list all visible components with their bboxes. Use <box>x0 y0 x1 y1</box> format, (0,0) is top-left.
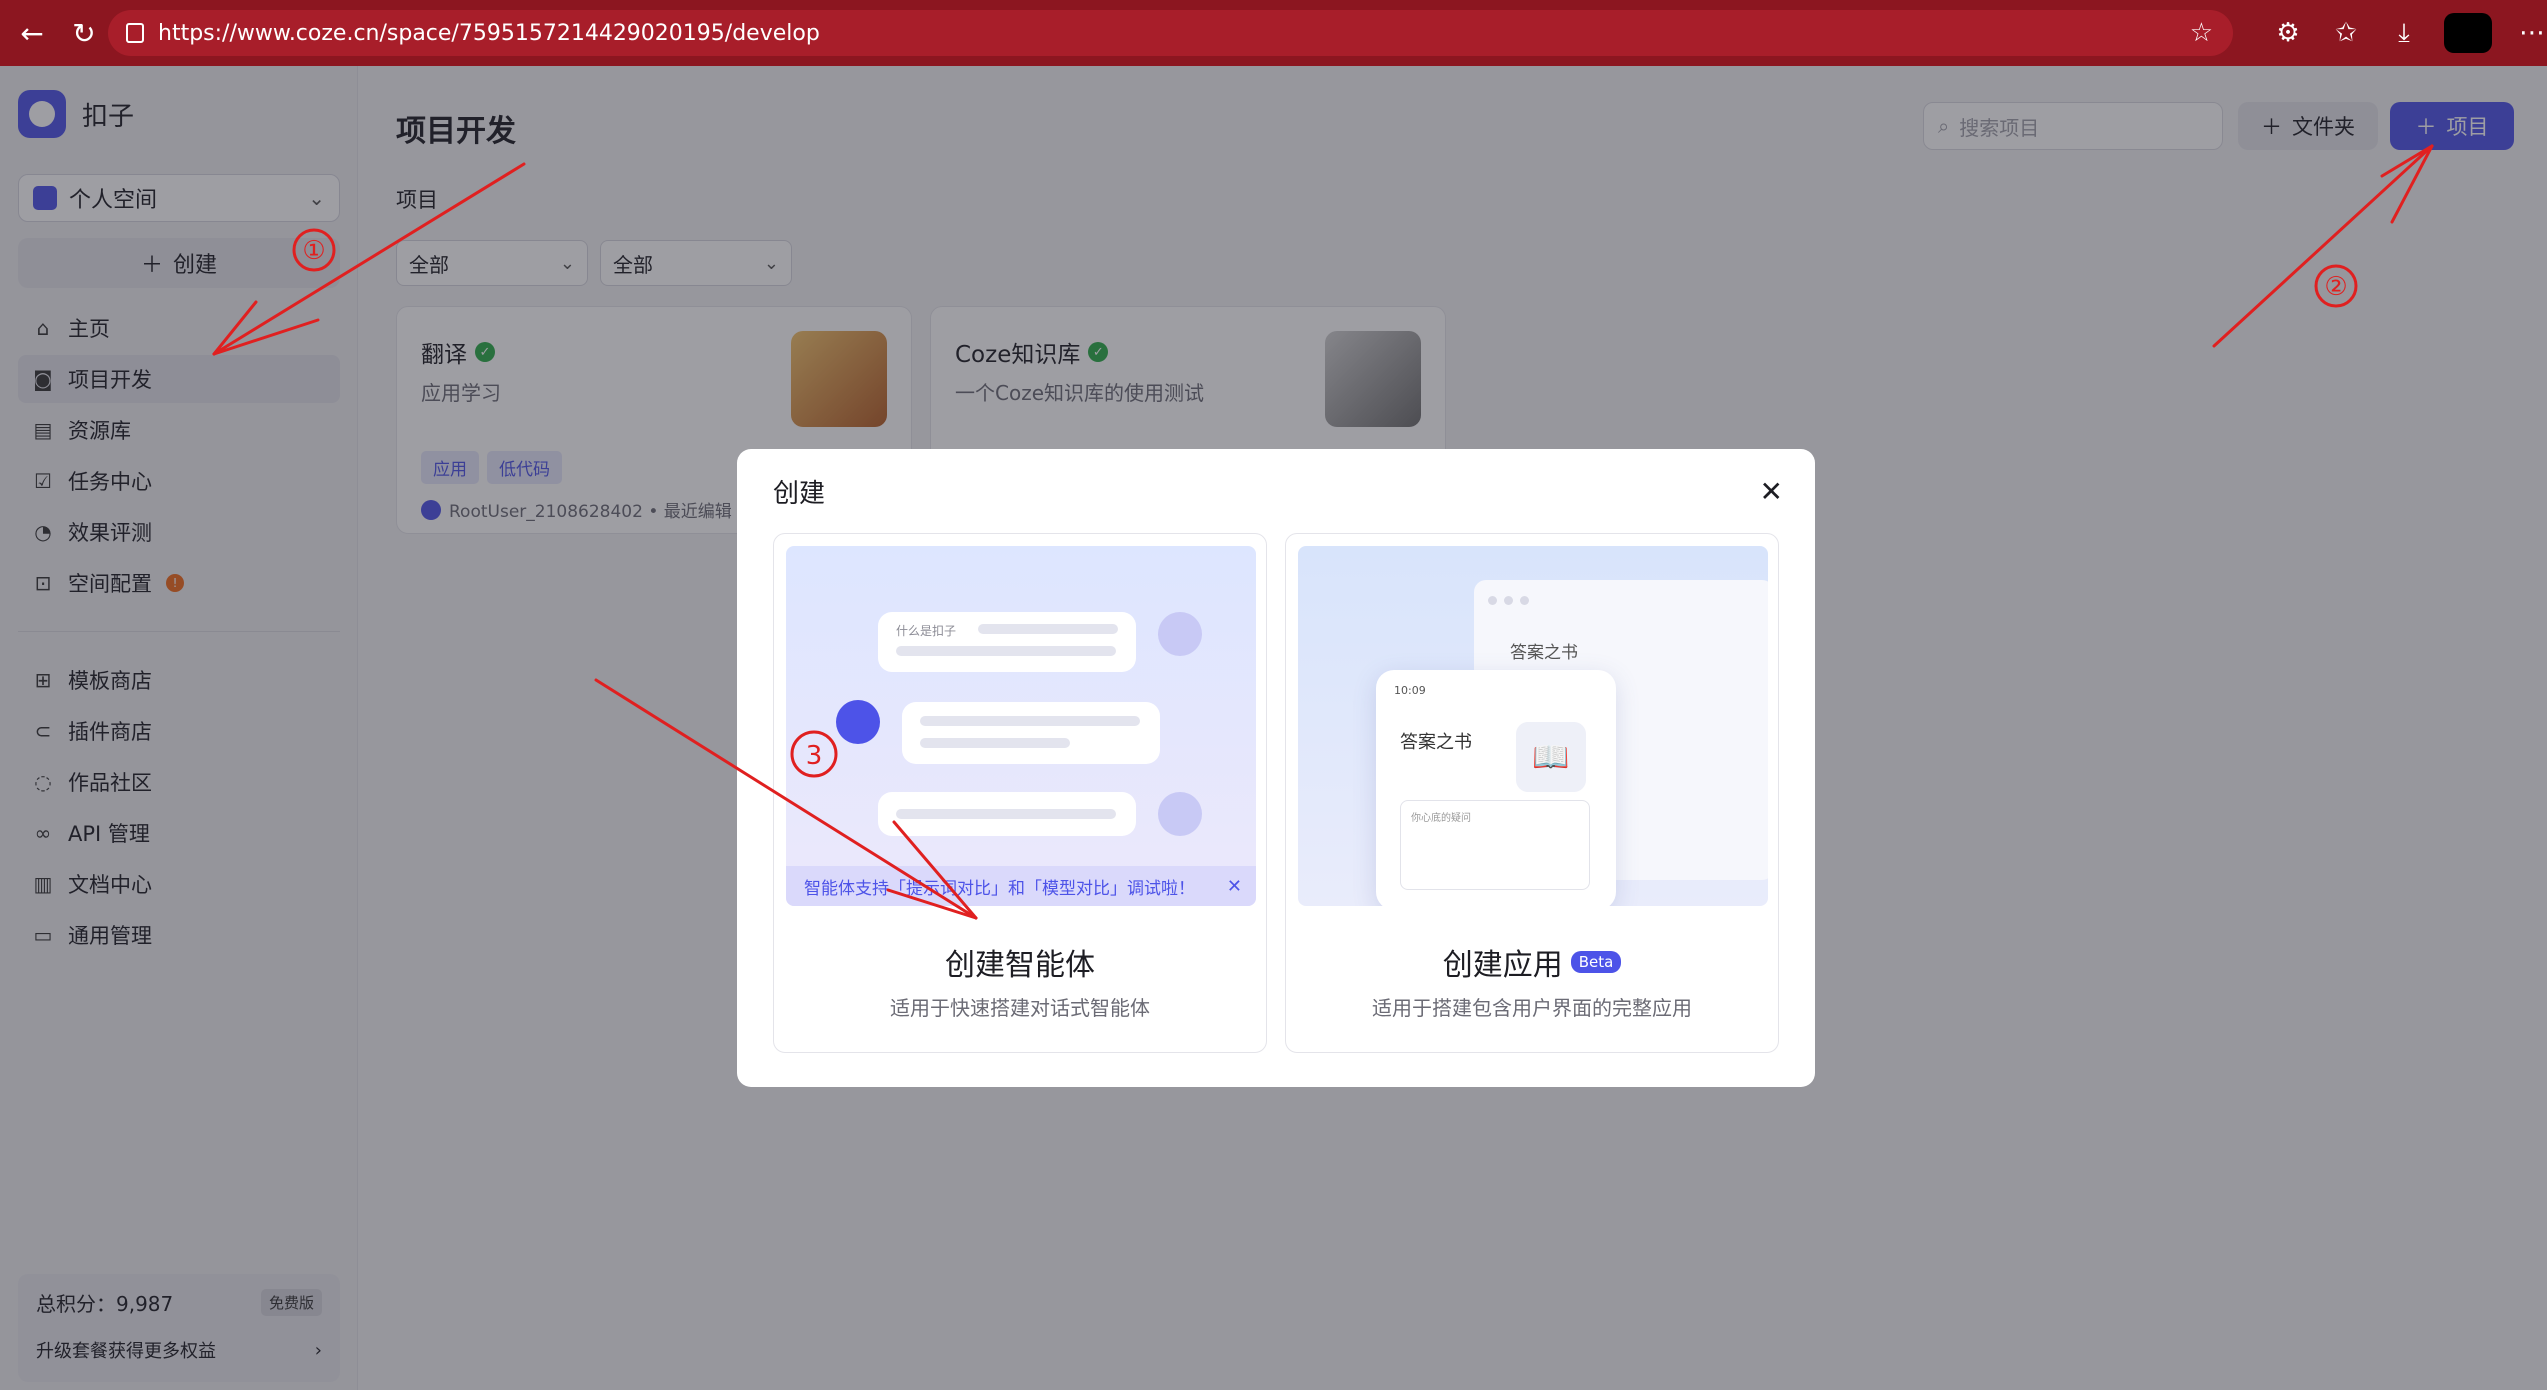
notice-text: 智能体支持「提示词对比」和「模型对比」调试啦！ <box>804 878 1195 899</box>
browser-toolbar: ← ↻ https://www.coze.cn/space/7595157214… <box>0 0 2547 66</box>
create-modal: 创建 ✕ 什么是扣子 智能体支持「提示词对比」和「模型对比」调试啦！ ✕ 创建智… <box>737 449 1815 1087</box>
close-icon[interactable]: ✕ <box>1760 475 1783 508</box>
create-agent-option[interactable]: 什么是扣子 智能体支持「提示词对比」和「模型对比」调试啦！ ✕ 创建智能体 适用… <box>773 533 1267 1053</box>
back-icon[interactable]: ← <box>12 13 52 53</box>
option-title: 创建智能体 <box>945 948 1095 983</box>
beta-badge: Beta <box>1570 951 1622 973</box>
bot-avatar-icon <box>836 700 880 744</box>
user-avatar-icon <box>1158 792 1202 836</box>
app-illustration: 答案之书 10:09 答案之书 📖 你心底的疑问 <box>1298 546 1768 906</box>
more-icon[interactable]: ⋯ <box>2514 15 2547 51</box>
address-bar[interactable]: https://www.coze.cn/space/75951572144290… <box>108 10 2233 56</box>
window-title: 答案之书 <box>1510 643 1578 663</box>
phone-time: 10:09 <box>1394 684 1426 697</box>
refresh-icon[interactable]: ↻ <box>64 13 104 53</box>
favorites-icon[interactable]: ✩ <box>2328 15 2364 51</box>
close-icon[interactable]: ✕ <box>1227 876 1242 897</box>
lock-icon <box>126 23 144 43</box>
book-icon: 📖 <box>1516 722 1586 792</box>
user-avatar-icon <box>1158 612 1202 656</box>
url-text: https://www.coze.cn/space/75951572144290… <box>158 20 820 46</box>
profile-avatar[interactable] <box>2444 13 2492 53</box>
agent-illustration: 什么是扣子 智能体支持「提示词对比」和「模型对比」调试啦！ ✕ <box>786 546 1256 906</box>
option-title: 创建应用 <box>1442 948 1563 983</box>
modal-title: 创建 <box>773 479 826 509</box>
phone-placeholder: 你心底的疑问 <box>1411 813 1471 824</box>
download-icon[interactable]: ⤓ <box>2386 15 2422 51</box>
browser-actions: ⚙ ✩ ⤓ ⋯ <box>2270 10 2547 56</box>
phone-mock: 10:09 答案之书 📖 你心底的疑问 <box>1376 670 1616 906</box>
option-desc: 适用于快速搭建对话式智能体 <box>890 996 1150 1020</box>
star-icon[interactable]: ☆ <box>2190 18 2213 48</box>
extensions-icon[interactable]: ⚙ <box>2270 15 2306 51</box>
chat-hint: 什么是扣子 <box>896 624 957 638</box>
notice-banner: 智能体支持「提示词对比」和「模型对比」调试啦！ ✕ <box>786 866 1256 906</box>
create-app-option[interactable]: 答案之书 10:09 答案之书 📖 你心底的疑问 创建应用 Beta 适用于搭建… <box>1285 533 1779 1053</box>
option-desc: 适用于搭建包含用户界面的完整应用 <box>1372 996 1692 1020</box>
phone-title: 答案之书 <box>1400 732 1472 753</box>
